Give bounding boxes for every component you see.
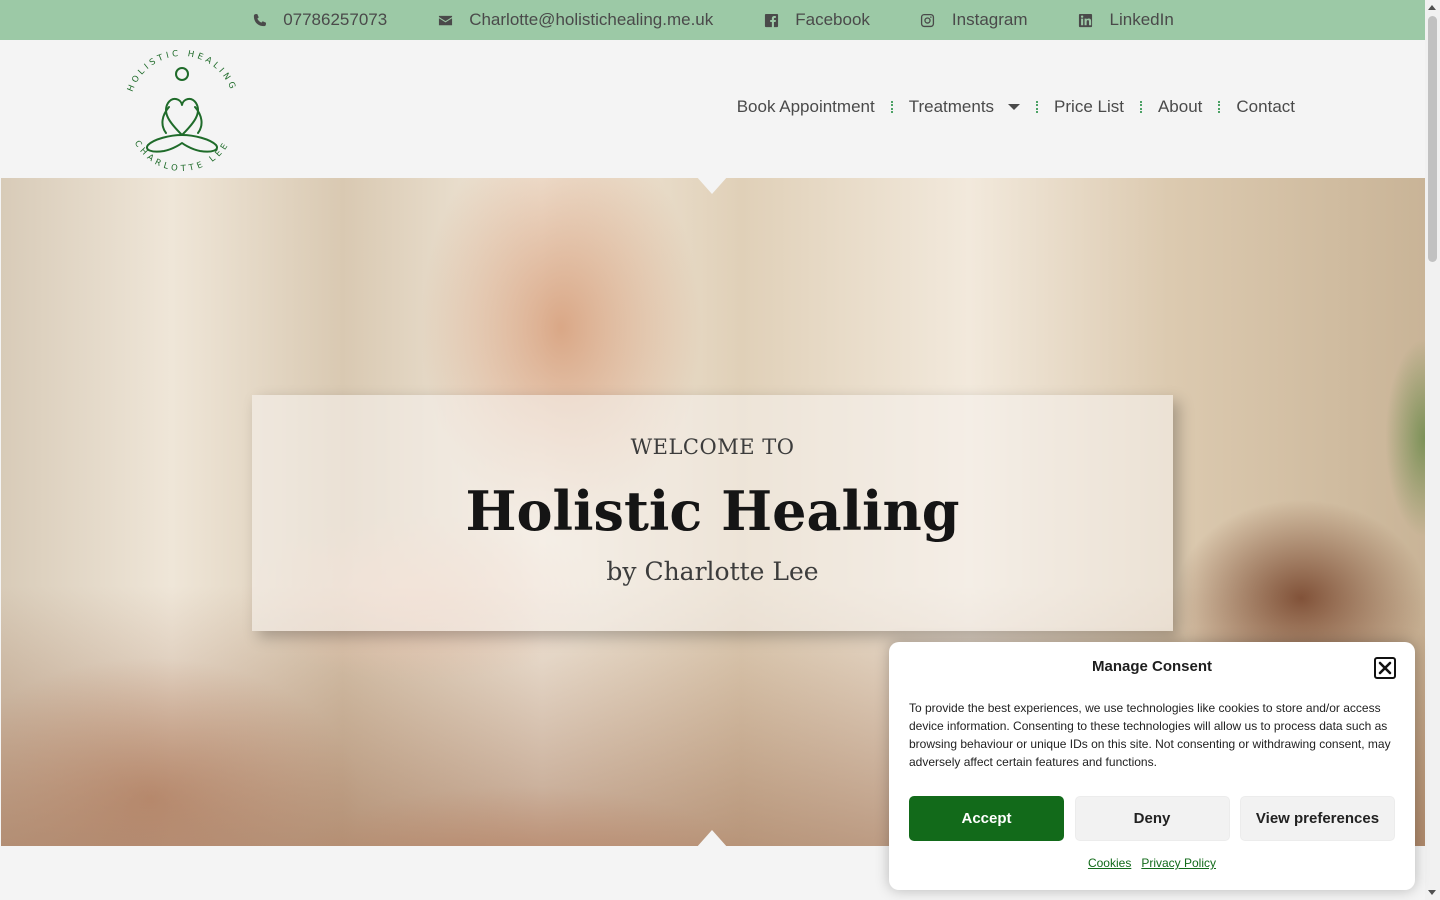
privacy-policy-link[interactable]: Privacy Policy: [1141, 856, 1216, 870]
close-icon: [1378, 661, 1392, 675]
page-scrollbar[interactable]: [1425, 0, 1440, 900]
consent-dialog: Manage Consent To provide the best exper…: [889, 642, 1415, 890]
hero-title: Holistic Healing: [465, 479, 960, 543]
facebook-link[interactable]: Facebook: [763, 0, 870, 40]
nav-label: Contact: [1236, 97, 1295, 116]
linkedin-icon: [1078, 12, 1094, 28]
phone-link[interactable]: 07786257073: [251, 0, 387, 40]
consent-links: Cookies Privacy Policy: [889, 856, 1415, 870]
instagram-label: Instagram: [951, 10, 1028, 29]
nav-label: Treatments: [908, 97, 995, 116]
envelope-icon: [437, 12, 453, 28]
caret-down-icon[interactable]: [1008, 104, 1021, 110]
cookies-link[interactable]: Cookies: [1088, 856, 1131, 870]
linkedin-label: LinkedIn: [1109, 10, 1174, 29]
hero-notch-top: [696, 178, 728, 194]
main-nav: Book Appointment Treatments Price List A…: [721, 85, 1311, 129]
linkedin-link[interactable]: LinkedIn: [1078, 0, 1174, 40]
nav-about[interactable]: About: [1142, 97, 1218, 117]
consent-buttons: Accept Deny View preferences: [909, 796, 1395, 841]
consent-body: To provide the best experiences, we use …: [909, 701, 1391, 769]
nav-price-list[interactable]: Price List: [1038, 97, 1140, 117]
email-label: Charlotte@holistichealing.me.uk: [469, 10, 714, 29]
top-contact-bar: 07786257073 Charlotte@holistichealing.me…: [0, 0, 1425, 40]
logo-emblem-icon: HOLISTIC HEALING CHARLOTTE LEE: [126, 49, 238, 174]
nav-label: Book Appointment: [736, 97, 875, 116]
site-logo[interactable]: HOLISTIC HEALING CHARLOTTE LEE: [112, 43, 252, 174]
view-preferences-button[interactable]: View preferences: [1240, 796, 1395, 841]
facebook-icon: [763, 12, 779, 28]
instagram-icon: [920, 12, 936, 28]
hero-subtitle: by Charlotte Lee: [606, 557, 819, 586]
email-link[interactable]: Charlotte@holistichealing.me.uk: [437, 0, 713, 40]
scroll-up-icon[interactable]: [1428, 5, 1436, 10]
consent-title: Manage Consent: [1091, 658, 1212, 675]
instagram-link[interactable]: Instagram: [920, 0, 1028, 40]
welcome-box: WELCOME TO Holistic Healing by Charlotte…: [252, 395, 1173, 631]
nav-contact[interactable]: Contact: [1220, 97, 1311, 117]
welcome-pre-title: WELCOME TO: [630, 435, 795, 459]
site-header: HOLISTIC HEALING CHARLOTTE LEE Book Appo…: [0, 40, 1425, 178]
nav-treatments[interactable]: Treatments: [893, 97, 1036, 117]
nav-label: Price List: [1054, 97, 1124, 116]
hero-plant-decoration: [1385, 338, 1425, 538]
phone-icon: [251, 12, 267, 28]
scrollbar-thumb[interactable]: [1428, 16, 1437, 262]
deny-button[interactable]: Deny: [1074, 796, 1230, 841]
facebook-label: Facebook: [795, 10, 870, 29]
accept-button[interactable]: Accept: [909, 796, 1064, 841]
scroll-down-icon[interactable]: [1428, 890, 1436, 895]
phone-label: 07786257073: [283, 10, 388, 29]
nav-book-appointment[interactable]: Book Appointment: [721, 97, 891, 117]
close-button[interactable]: [1374, 657, 1396, 679]
svg-text:HOLISTIC HEALING: HOLISTIC HEALING: [126, 49, 238, 94]
nav-label: About: [1157, 97, 1203, 116]
